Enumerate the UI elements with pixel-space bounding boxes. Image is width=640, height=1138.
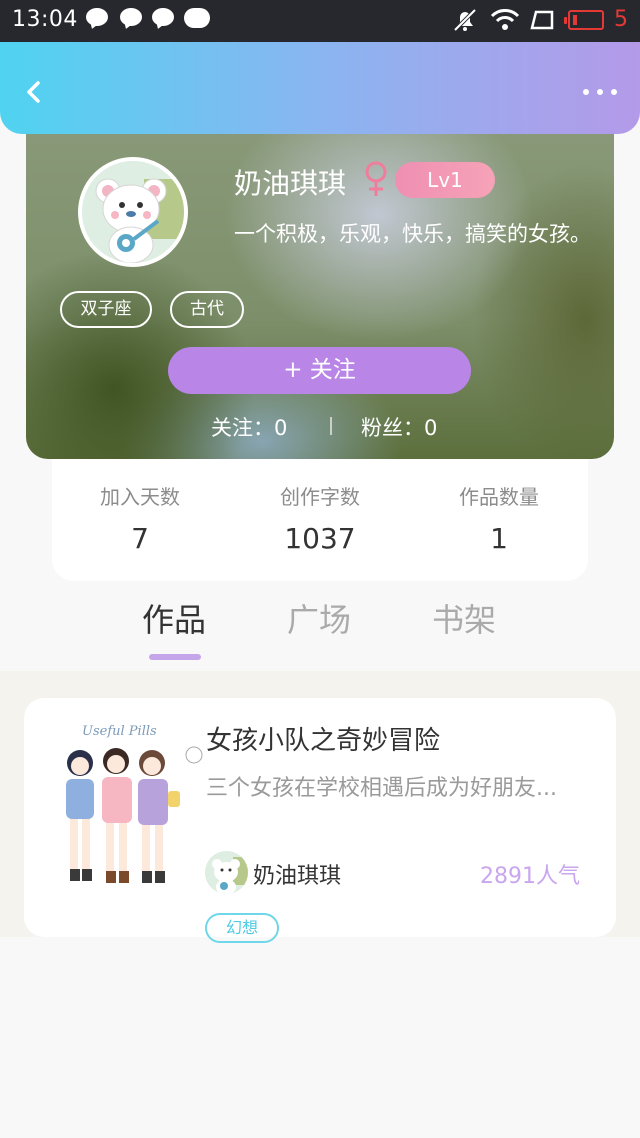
followers-count[interactable]: 粉丝：0 [361, 412, 437, 442]
chat-bubble-icon [152, 8, 174, 26]
status-bar: 13:04 5 [0, 0, 640, 42]
stat-label: 加入天数 [100, 485, 180, 509]
popularity-count: 2891人气 [480, 864, 580, 889]
more-horizontal-icon[interactable] [580, 82, 620, 102]
bear-avatar-icon [82, 161, 184, 263]
app-header [0, 42, 640, 134]
tab-works[interactable]: 作品 [142, 595, 206, 641]
cover-illustration-icon: Useful Pills [44, 711, 212, 905]
stat-value: 1 [490, 522, 508, 555]
chevron-left-icon[interactable] [20, 78, 48, 106]
follow-counts: 关注：0 粉丝：0 [26, 412, 614, 442]
tab-bar: 作品 广场 书架 [0, 590, 640, 670]
battery-icon [564, 10, 604, 30]
battery-level: 5 [614, 7, 628, 32]
cover-title-text: Useful Pills [82, 724, 157, 739]
divider [330, 417, 332, 435]
work-cover[interactable]: Useful Pills [44, 711, 212, 905]
chat-bubble-icon [120, 8, 142, 26]
profile-tag: 双子座 [60, 291, 152, 328]
status-time: 13:04 [12, 7, 78, 32]
profile-bio: 一个积极，乐观，快乐，搞笑的女孩。 [234, 222, 591, 246]
work-description: 三个女孩在学校相遇后成为好朋友... [206, 776, 557, 801]
female-icon [365, 161, 387, 196]
author-name[interactable]: 奶油琪琪 [253, 858, 341, 890]
stats-panel: 加入天数 7 创作字数 1037 作品数量 1 [52, 459, 588, 581]
works-list: Useful Pills 女孩小队之奇妙冒险 三个女孩在学校相遇后成为好朋友..… [0, 671, 640, 943]
follow-button[interactable]: + 关注 [168, 347, 471, 394]
chat-bubble-icon [86, 8, 108, 26]
tab-square[interactable]: 广场 [287, 595, 351, 641]
author-avatar [205, 851, 248, 894]
stat-value: 7 [131, 522, 149, 555]
username: 奶油琪琪 [234, 167, 347, 200]
stat-label: 作品数量 [459, 485, 539, 509]
stat-label: 创作字数 [280, 485, 360, 509]
profile-tag: 古代 [170, 291, 244, 328]
wifi-icon [490, 9, 520, 30]
stat-join-days: 加入天数 7 [50, 481, 230, 555]
following-count[interactable]: 关注：0 [211, 412, 287, 442]
profile-card: 奶油琪琪 Lv1 一个积极，乐观，快乐，搞笑的女孩。 双子座 古代 + 关注 关… [26, 110, 614, 459]
bear-avatar-icon [205, 851, 248, 894]
active-tab-indicator [149, 654, 201, 660]
cloud-icon [184, 8, 210, 28]
work-title[interactable]: 女孩小队之奇妙冒险 [206, 720, 440, 757]
stat-works-count: 作品数量 1 [409, 481, 589, 555]
mute-bell-icon [453, 8, 477, 32]
stat-word-count: 创作字数 1037 [230, 481, 410, 555]
work-card[interactable]: Useful Pills 女孩小队之奇妙冒险 三个女孩在学校相遇后成为好朋友..… [24, 698, 616, 943]
genre-tag[interactable]: 幻想 [205, 913, 279, 943]
level-badge: Lv1 [395, 162, 495, 198]
signal-icon [530, 10, 554, 30]
avatar[interactable] [78, 157, 188, 267]
stat-value: 1037 [284, 522, 356, 555]
tab-bookshelf[interactable]: 书架 [432, 595, 496, 641]
